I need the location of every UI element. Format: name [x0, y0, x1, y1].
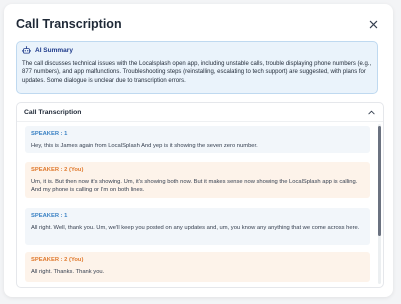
transcript-message: SPEAKER : 2 (You) Um, it is. But then no…	[25, 162, 370, 198]
transcript-message: SPEAKER : 1 Hey, this is James again fro…	[25, 126, 370, 153]
transcript-header[interactable]: Call Transcription	[17, 103, 383, 122]
message-text: Hey, this is James again from LocalSplas…	[31, 143, 258, 149]
collapse-button[interactable]	[366, 107, 376, 117]
transcript-message: SPEAKER : 1 All right. Well, thank you. …	[25, 208, 370, 245]
speaker-label: SPEAKER : 1	[31, 131, 68, 137]
ai-summary-text: The call discusses technical issues with…	[22, 61, 372, 84]
robot-icon	[22, 46, 31, 54]
message-text: All right. Well, thank you. Um, we'll ke…	[31, 225, 360, 231]
modal-header: Call Transcription	[16, 14, 381, 34]
message-text: Um, it is. But then now it's showing. Um…	[31, 179, 358, 193]
message-text: All right. Thanks. Thank you.	[31, 269, 105, 275]
transcript-scrollbar[interactable]	[378, 124, 381, 284]
speaker-label: SPEAKER : 2 (You)	[31, 167, 84, 173]
scrollbar-thumb[interactable]	[378, 126, 381, 236]
transcript-title: Call Transcription	[24, 108, 82, 116]
speaker-label: SPEAKER : 2 (You)	[31, 257, 84, 263]
close-button[interactable]	[365, 16, 381, 32]
ai-summary-panel: AI Summary The call discusses technical …	[16, 41, 378, 94]
transcript-message: SPEAKER : 2 (You) All right. Thanks. Tha…	[25, 252, 370, 282]
speaker-label: SPEAKER : 1	[31, 213, 68, 219]
ai-summary-header: AI Summary	[22, 46, 372, 55]
ai-summary-title: AI Summary	[35, 47, 73, 54]
transcript-messages[interactable]: SPEAKER : 1 Hey, this is James again fro…	[22, 124, 378, 284]
transcript-section: Call Transcription SPEAKER : 1 Hey, this…	[16, 102, 384, 288]
chevron-up-icon	[367, 110, 375, 114]
call-transcription-modal: Call Transcription AI Summary The call d…	[4, 4, 393, 297]
modal-title: Call Transcription	[16, 17, 122, 31]
close-icon	[369, 20, 377, 28]
